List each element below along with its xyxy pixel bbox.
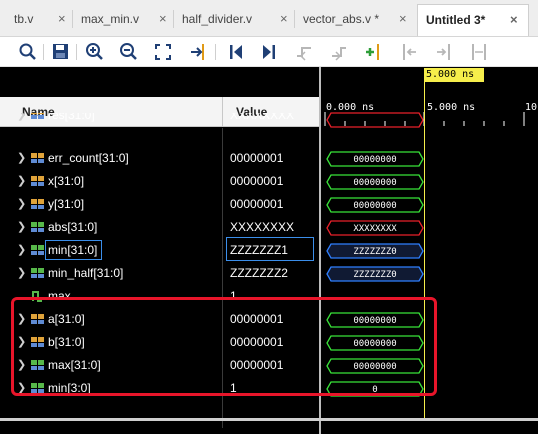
signal-row[interactable]: ❯ x[31:0] 00000001 [0,170,319,193]
signal-value: 00000001 [230,174,284,188]
selected-signal-value-outline [226,237,314,261]
save-icon[interactable] [50,41,72,63]
tab-tb-v[interactable]: tb.v × [6,4,72,36]
tab-label: half_divider.v [182,12,253,26]
bus-orange-icon [31,113,44,120]
bus-orange-icon [31,152,44,164]
signal-row[interactable]: ❯ y[31:0] 00000001 [0,193,319,216]
zoom-in-icon[interactable] [84,41,106,63]
expand-chevron-icon[interactable]: ❯ [17,197,26,210]
cursor-time-label[interactable]: 5.000 ns [424,68,484,82]
bus-green-icon [31,267,44,279]
tab-half-divider-v[interactable]: half_divider.v × [174,4,294,36]
bus-waveform-value: ZZZZZZZ0 [353,270,396,280]
selected-signal-name-outline [45,240,102,260]
expand-chevron-icon[interactable]: ❯ [17,220,26,233]
search-icon[interactable] [17,41,39,63]
highlight-annotation [11,297,437,396]
bus-orange-icon [31,175,44,187]
signal-name[interactable]: abs[31:0] [48,220,97,234]
close-icon[interactable]: × [280,4,288,34]
bus-waveform-value: 00000000 [353,155,396,165]
expand-chevron-icon[interactable]: ❯ [17,243,26,256]
tab-label: max_min.v [81,12,140,26]
expand-chevron-icon[interactable]: ❯ [17,151,26,164]
signal-value: 00000001 [230,197,284,211]
expand-chevron-icon[interactable]: ❯ [17,266,26,279]
bus-waveform-value: ZZZZZZZ0 [353,247,396,257]
bus-green-icon [31,244,44,256]
horizontal-scrollbar[interactable] [0,418,538,421]
signal-value: XXXXXXXX [230,220,295,234]
bus-waveform [326,112,424,128]
tab-max-min-v[interactable]: max_min.v × [73,4,173,36]
signal-row[interactable]: ❯ min_half[31:0] ZZZZZZZ2 [0,262,319,285]
signal-name[interactable]: y[31:0] [48,197,84,211]
close-icon[interactable]: × [159,4,167,34]
bus-waveform-value: 00000000 [353,178,396,188]
expand-chevron-icon[interactable]: ❯ [17,113,26,121]
signal-value: ZZZZZZZ2 [230,266,288,280]
zoom-out-icon[interactable] [118,41,140,63]
go-to-start-icon[interactable] [225,41,247,63]
signal-row[interactable]: ❯ err_count[31:0] 00000001 [0,147,319,170]
signal-value: 00000001 [230,151,284,165]
bus-waveform-value: XXXXXXXX [353,224,397,234]
bus-waveform-value: 00000000 [353,201,396,211]
signal-name[interactable]: res[31:0] [48,113,95,122]
expand-chevron-icon[interactable]: ❯ [17,174,26,187]
signal-value: XXXXXXXX [230,113,295,122]
signal-row[interactable]: ❯ res[31:0] XXXXXXXX [0,113,319,123]
signal-name[interactable]: x[31:0] [48,174,84,188]
signal-name[interactable]: err_count[31:0] [48,151,129,165]
signal-name[interactable]: min_half[31:0] [48,266,123,280]
go-to-cursor-icon[interactable] [188,41,210,63]
zoom-fit-icon[interactable] [152,41,174,63]
close-icon[interactable]: × [58,4,66,34]
bus-orange-icon [31,198,44,210]
signal-row[interactable]: ❯ abs[31:0] XXXXXXXX [0,216,319,239]
tab-label: tb.v [14,12,34,26]
go-to-end-icon[interactable] [258,41,280,63]
bus-green-icon [31,221,44,233]
previous-transition-icon[interactable] [293,41,315,63]
